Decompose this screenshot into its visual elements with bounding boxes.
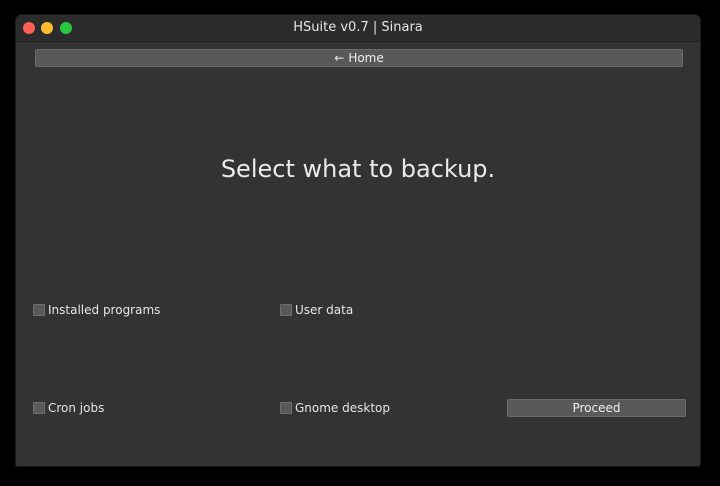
checkbox-box[interactable] [280, 304, 292, 316]
proceed-button[interactable]: Proceed [507, 399, 686, 417]
checkbox-label: Gnome desktop [295, 401, 390, 415]
checkbox-label: Installed programs [48, 303, 161, 317]
checkbox-label: Cron jobs [48, 401, 105, 415]
home-button[interactable]: ← Home [35, 49, 683, 67]
user-data-checkbox[interactable]: User data [280, 302, 353, 318]
page-heading: Select what to backup. [220, 155, 496, 183]
installed-programs-checkbox[interactable]: Installed programs [33, 302, 160, 318]
checkbox-label: User data [295, 303, 354, 317]
gnome-desktop-checkbox[interactable]: Gnome desktop [280, 400, 390, 416]
window-title: HSuite v0.7 | Sinara [293, 20, 423, 35]
checkbox-box[interactable] [280, 402, 292, 414]
home-button-label: Home [348, 51, 384, 65]
checkbox-box[interactable] [33, 402, 45, 414]
cron-jobs-checkbox[interactable]: Cron jobs [33, 400, 104, 416]
arrow-left-icon: ← [334, 51, 345, 65]
app-window: HSuite v0.7 | Sinara ← Home Select what t… [16, 15, 700, 466]
title-bar[interactable]: HSuite v0.7 | Sinara [16, 15, 700, 42]
checkbox-box[interactable] [33, 304, 45, 316]
